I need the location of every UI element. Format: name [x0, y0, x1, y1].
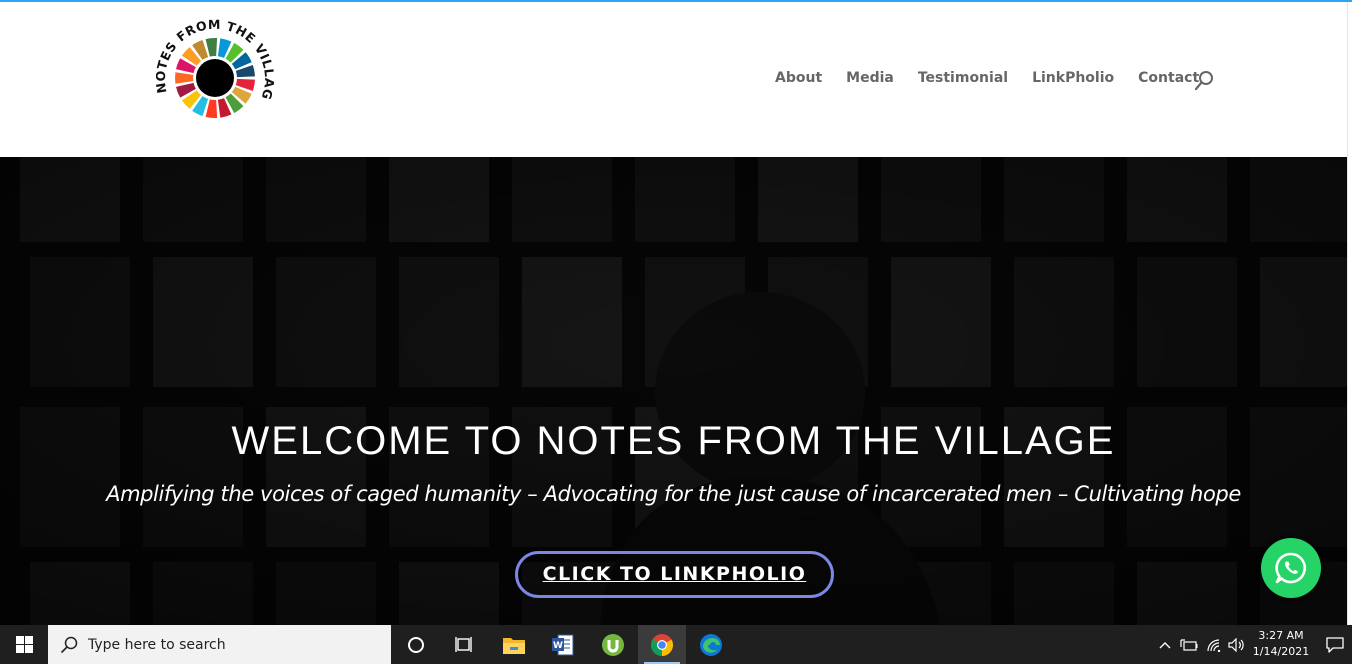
volume-icon [1228, 637, 1244, 652]
hero-subtitle: Amplifying the voices of caged humanity … [106, 482, 1241, 506]
nav-about[interactable]: About [775, 70, 822, 86]
volume-button[interactable] [1226, 625, 1248, 664]
network-button[interactable] [1203, 625, 1225, 664]
main-nav: About Media Testimonial LinkPholio Conta… [775, 70, 1199, 86]
notification-icon [1326, 636, 1344, 653]
linkpholio-button[interactable]: CLICK TO LINKPHOLIO [515, 551, 834, 598]
logo-wheel-segment [205, 99, 218, 119]
clock-time: 3:27 AM [1258, 629, 1304, 642]
edge-button[interactable] [687, 625, 735, 664]
edge-icon [700, 633, 722, 656]
chrome-icon [651, 633, 673, 656]
tray-overflow-button[interactable] [1155, 625, 1175, 664]
clock-date: 1/14/2021 [1252, 645, 1310, 658]
battery-button[interactable] [1178, 625, 1200, 664]
battery-icon [1180, 638, 1198, 651]
wifi-icon [1207, 638, 1221, 652]
file-explorer-button[interactable] [490, 625, 538, 664]
hero-title: WELCOME TO NOTES FROM THE VILLAGE [231, 419, 1116, 463]
browser-page: NOTES FROM THE VILLAGE About Media Testi… [0, 0, 1352, 664]
utorrent-button[interactable] [589, 625, 637, 664]
word-button[interactable]: W [539, 625, 587, 664]
whatsapp-button[interactable] [1261, 538, 1321, 598]
logo-wheel-segment [205, 38, 218, 57]
nav-linkpholio[interactable]: LinkPholio [1032, 70, 1114, 86]
search-icon [60, 636, 78, 654]
search-icon[interactable] [1194, 70, 1214, 92]
svg-text:W: W [553, 641, 563, 651]
search-placeholder: Type here to search [88, 637, 226, 653]
nav-testimonial[interactable]: Testimonial [918, 70, 1008, 86]
windows-taskbar: Type here to search W 3:27 AM 1/14/2021 [0, 625, 1352, 664]
file-explorer-icon [503, 637, 525, 654]
start-button[interactable] [0, 625, 48, 664]
windows-logo-icon [15, 636, 33, 653]
site-logo[interactable]: NOTES FROM THE VILLAGE [156, 18, 274, 130]
chevron-up-icon [1159, 641, 1171, 648]
action-center-button[interactable] [1318, 625, 1352, 664]
site-header: NOTES FROM THE VILLAGE About Media Testi… [0, 2, 1352, 157]
cortana-button[interactable] [392, 625, 440, 664]
hero-section: WELCOME TO NOTES FROM THE VILLAGE Amplif… [0, 157, 1352, 625]
chrome-button[interactable] [638, 625, 686, 664]
nav-contact[interactable]: Contact [1138, 70, 1199, 86]
nav-media[interactable]: Media [846, 70, 894, 86]
scrollbar[interactable] [1347, 2, 1352, 625]
task-view-button[interactable] [440, 625, 488, 664]
task-view-icon [455, 636, 472, 652]
whatsapp-icon [1275, 552, 1307, 584]
cortana-icon [408, 636, 424, 653]
utorrent-icon [602, 633, 624, 656]
word-icon: W [552, 634, 574, 655]
logo-wheel-segment [175, 72, 194, 84]
taskbar-search-box[interactable]: Type here to search [48, 625, 391, 664]
system-clock[interactable]: 3:27 AM 1/14/2021 [1246, 628, 1316, 660]
